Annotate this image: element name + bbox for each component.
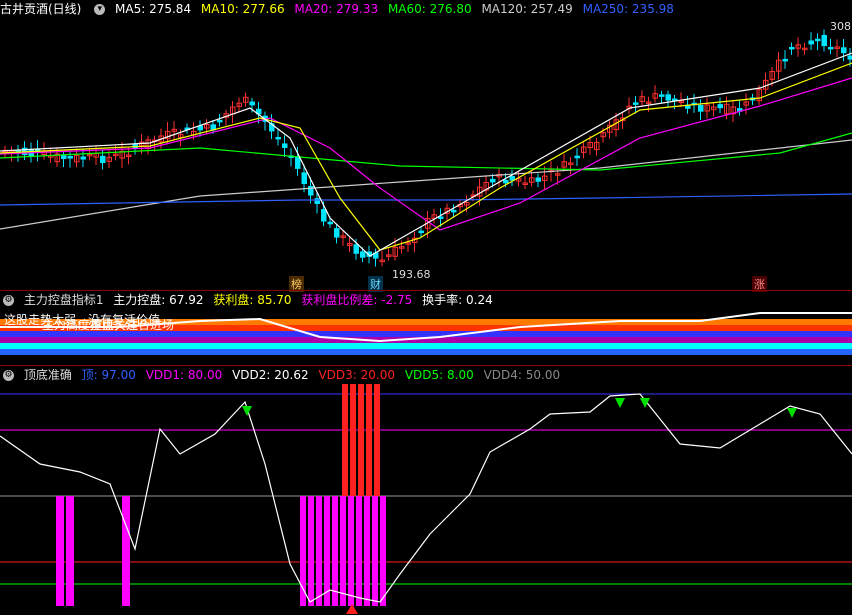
candle-body xyxy=(217,119,223,123)
candle-body xyxy=(67,156,73,159)
candle-body xyxy=(574,155,580,159)
candle-body xyxy=(301,172,307,185)
vdd-bar xyxy=(316,496,322,606)
candle-body xyxy=(828,46,834,50)
candle-body xyxy=(659,94,665,97)
ma120-line xyxy=(0,139,852,230)
vdd-bar xyxy=(374,384,380,496)
chevron-down-icon[interactable]: ▾ xyxy=(94,4,106,15)
indicator1-title: 主力控盘指标1 xyxy=(23,293,104,307)
vdd-bar xyxy=(372,496,378,606)
candle-body xyxy=(360,251,366,258)
ma60-value: MA60: 276.80 xyxy=(387,2,472,16)
candle-body xyxy=(327,221,333,225)
vdd-bar xyxy=(324,496,330,606)
candle-body xyxy=(321,209,327,222)
overlay-text-focus: 重点关注 xyxy=(90,318,139,332)
stock-title: 古井贡酒(日线) xyxy=(0,2,82,16)
indicator2-vdd4: VDD4: 50.00 xyxy=(483,368,561,382)
candle-body xyxy=(100,155,106,164)
candle-body xyxy=(451,209,457,213)
candle-body xyxy=(789,46,795,50)
vdd-bar xyxy=(66,496,74,606)
vdd-bar xyxy=(56,496,64,606)
candle-body xyxy=(782,58,788,62)
indicator2-header: ⚙ 顶底准确 顶: 97.00 VDD1: 80.00 VDD2: 20.62 … xyxy=(0,366,852,384)
candle-body xyxy=(249,101,255,106)
candle-body xyxy=(821,34,827,47)
indicator1-header: ⚙ 主力控盘指标1 主力控盘: 67.92 获利盘: 85.70 获利盘比例差:… xyxy=(0,291,852,309)
vdd-bar xyxy=(308,496,314,606)
high-price-label: 308 xyxy=(830,20,851,33)
vdd-bar xyxy=(332,496,338,606)
indicator2-vdd3: VDD3: 20.00 xyxy=(318,368,396,382)
indicator1-control: 主力控盘: 67.92 xyxy=(113,293,204,307)
stripe-band xyxy=(0,349,852,355)
vdd-bar xyxy=(350,384,356,496)
candle-body xyxy=(80,156,86,160)
ma120-value: MA120: 257.49 xyxy=(481,2,573,16)
candle-body xyxy=(275,136,281,140)
indicator1-turnover: 换手率: 0.24 xyxy=(422,293,493,307)
down-arrow-icon xyxy=(640,398,650,408)
candle-body xyxy=(509,176,515,181)
candle-body xyxy=(815,38,821,42)
candle-body xyxy=(665,94,671,101)
ma250-line xyxy=(0,193,852,206)
ma10-value: MA10: 277.66 xyxy=(200,2,285,16)
gear-icon[interactable]: ⚙ xyxy=(3,295,14,306)
indicator2-vdd2: VDD2: 20.62 xyxy=(232,368,309,382)
candle-body xyxy=(282,143,288,148)
candle-body xyxy=(841,47,847,54)
indicator2-vdd5: VDD5: 8.00 xyxy=(404,368,474,382)
candle-body xyxy=(353,244,359,254)
vdd-bar xyxy=(348,496,354,606)
candle-body xyxy=(295,156,301,169)
top-bottom-indicator-chart[interactable] xyxy=(0,384,852,615)
down-arrow-icon xyxy=(615,398,625,408)
indicator2-vdd1: VDD1: 80.00 xyxy=(145,368,223,382)
candle-body xyxy=(418,230,424,234)
ma5-value: MA5: 275.84 xyxy=(115,2,192,16)
candle-body xyxy=(503,179,509,184)
indicator1-profit: 获利盘: 85.70 xyxy=(213,293,292,307)
ma60-line xyxy=(0,132,852,171)
ma250-value: MA250: 235.98 xyxy=(582,2,674,16)
indicator1-diff: 获利盘比例差: -2.75 xyxy=(301,293,413,307)
vdd-bar xyxy=(366,384,372,496)
stripe-band xyxy=(0,343,852,349)
vdd-bar xyxy=(340,496,346,606)
vdd-bar xyxy=(356,496,362,606)
ma20-value: MA20: 279.33 xyxy=(294,2,379,16)
main-chart-header: 古井贡酒(日线) ▾ MA5: 275.84 MA10: 277.66 MA20… xyxy=(0,0,852,18)
candle-body xyxy=(535,177,541,182)
candlestick-chart[interactable] xyxy=(0,18,852,290)
candle-body xyxy=(197,125,203,131)
down-arrow-icon xyxy=(787,408,797,418)
candle-body xyxy=(334,228,340,238)
indicator2-top: 顶: 97.00 xyxy=(81,368,136,382)
candle-body xyxy=(808,40,814,45)
candle-body xyxy=(717,104,723,109)
candle-body xyxy=(698,104,704,112)
gear-icon[interactable]: ⚙ xyxy=(3,370,14,381)
candle-body xyxy=(438,216,444,219)
vdd-bar xyxy=(380,496,386,606)
candle-body xyxy=(61,155,67,159)
indicator2-title: 顶底准确 xyxy=(23,368,72,382)
vdd-bar xyxy=(364,496,370,606)
vdd-bar xyxy=(342,384,348,496)
candle-body xyxy=(490,178,496,183)
low-price-label: 193.68 xyxy=(392,268,431,281)
vdd-bar xyxy=(122,496,130,606)
vdd-bar xyxy=(358,384,364,496)
down-arrow-icon xyxy=(242,406,252,416)
candle-body xyxy=(847,55,852,60)
candle-body xyxy=(633,102,639,105)
